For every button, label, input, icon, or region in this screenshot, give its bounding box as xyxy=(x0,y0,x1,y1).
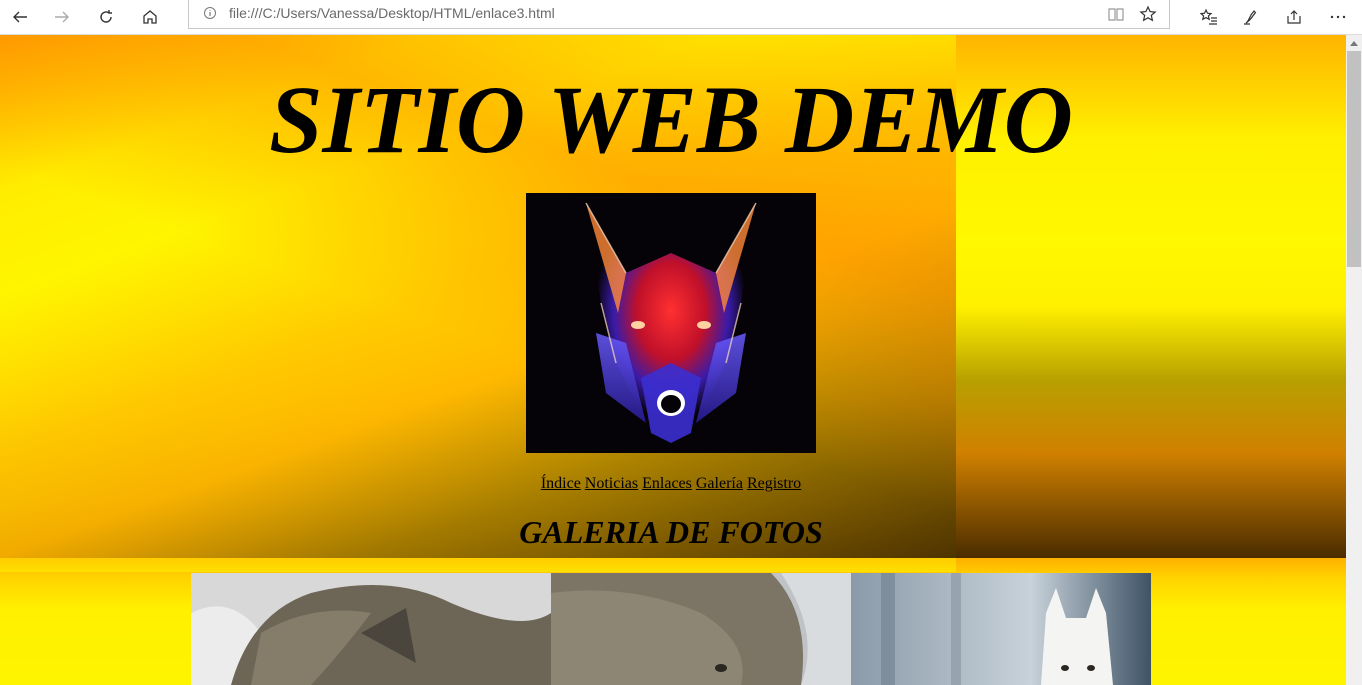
favorite-star-icon xyxy=(1139,5,1157,22)
pen-icon xyxy=(1244,10,1257,25)
scroll-up-button[interactable] xyxy=(1346,35,1362,51)
home-icon xyxy=(143,10,157,24)
main-nav: Índice Noticias Enlaces Galería Registro xyxy=(0,475,1342,493)
favorites-hub-button[interactable] xyxy=(1189,0,1229,34)
more-button[interactable] xyxy=(1318,0,1358,34)
page-viewport: SITIO WEB DEMO Índice Noticias Enlaces G… xyxy=(0,35,1346,685)
browser-toolbar: file:///C:/Users/Vanessa/Desktop/HTML/en… xyxy=(0,0,1362,35)
url-text[interactable]: file:///C:/Users/Vanessa/Desktop/HTML/en… xyxy=(229,5,555,21)
home-button[interactable] xyxy=(130,0,170,34)
reading-view-icon xyxy=(1108,8,1124,21)
favorite-button[interactable] xyxy=(1137,3,1159,25)
notes-button[interactable] xyxy=(1231,0,1271,34)
refresh-button[interactable] xyxy=(86,0,126,34)
gallery-photo-1[interactable] xyxy=(191,573,551,685)
back-button[interactable] xyxy=(0,0,40,34)
nav-link-galeria[interactable]: Galería xyxy=(696,475,743,492)
address-bar[interactable]: file:///C:/Users/Vanessa/Desktop/HTML/en… xyxy=(188,0,1170,29)
forward-button[interactable] xyxy=(42,0,82,34)
gallery-photo-3[interactable] xyxy=(851,573,1151,685)
nav-link-noticias[interactable]: Noticias xyxy=(585,475,638,492)
back-arrow-icon xyxy=(13,11,27,23)
more-icon xyxy=(1330,15,1346,19)
scrollbar-thumb[interactable] xyxy=(1347,51,1361,267)
nav-link-indice[interactable]: Índice xyxy=(541,475,581,492)
chevron-up-icon xyxy=(1350,41,1358,46)
gallery-photo-2[interactable] xyxy=(551,573,851,685)
nav-link-registro[interactable]: Registro xyxy=(747,475,801,492)
favorites-list-icon xyxy=(1200,8,1217,25)
vertical-scrollbar[interactable] xyxy=(1346,35,1362,685)
forward-arrow-icon xyxy=(55,11,69,23)
share-icon xyxy=(1287,10,1301,24)
background-strip xyxy=(0,558,956,572)
wolf-logo-image xyxy=(526,193,816,453)
share-button[interactable] xyxy=(1274,0,1314,34)
info-icon[interactable] xyxy=(203,6,217,20)
site-title: SITIO WEB DEMO xyxy=(269,66,1073,173)
nav-link-enlaces[interactable]: Enlaces xyxy=(642,475,692,492)
gallery-heading: GALERIA DE FOTOS xyxy=(519,514,823,550)
refresh-icon xyxy=(100,10,112,23)
reading-view-button[interactable] xyxy=(1105,3,1127,25)
